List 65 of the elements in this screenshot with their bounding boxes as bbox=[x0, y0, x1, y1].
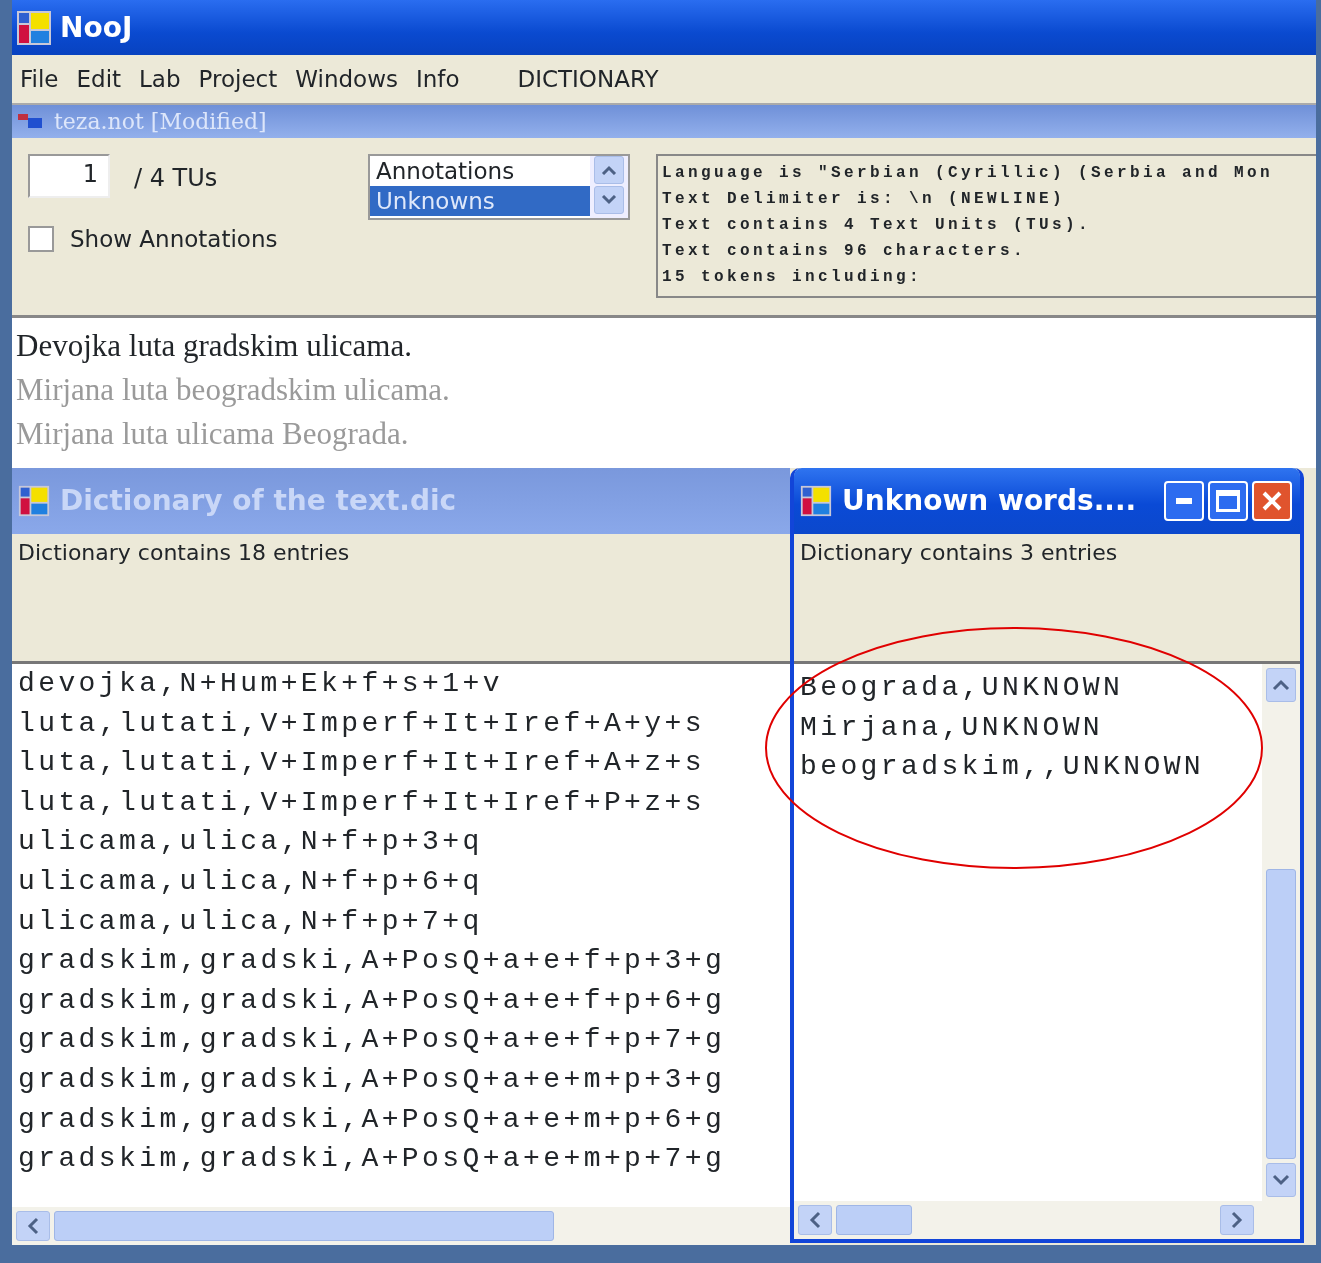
tu-count: / 4 TUs bbox=[134, 163, 218, 194]
chevron-left-icon bbox=[27, 1217, 39, 1235]
sentence[interactable]: Devojka luta gradskim ulicama. bbox=[16, 324, 1312, 368]
entry-line: beogradskim,,UNKNOWN bbox=[800, 750, 1206, 785]
entry-line: gradskim,gradski,A+PosQ+a+e+m+p+6+g bbox=[18, 1102, 727, 1137]
entry-line: Beograda,UNKNOWN bbox=[800, 671, 1125, 705]
entry-line: gradskim,gradski,A+PosQ+a+e+f+p+3+g bbox=[18, 944, 727, 979]
entry-line: Mirjana,UNKNOWN bbox=[800, 710, 1105, 745]
window-logo-icon bbox=[800, 485, 832, 517]
checkbox[interactable] bbox=[28, 226, 54, 253]
scroll-right-button[interactable] bbox=[1220, 1205, 1254, 1235]
scroll-down-button[interactable] bbox=[1266, 1163, 1296, 1197]
scroll-thumb[interactable] bbox=[836, 1205, 912, 1235]
entry-line: devojka,N+Hum+Ek+f+s+1+v bbox=[18, 667, 504, 701]
menu-item[interactable]: Windows bbox=[291, 61, 412, 97]
scroll-down-button[interactable] bbox=[594, 186, 624, 214]
scroll-thumb[interactable] bbox=[1266, 869, 1296, 1159]
mode-label: DICTIONARY bbox=[516, 64, 660, 94]
scroll-up-button[interactable] bbox=[594, 156, 624, 184]
entry-line: ulicama,ulica,N+f+p+3+q bbox=[18, 825, 484, 860]
window-title: Unknown words.... bbox=[842, 483, 1138, 519]
scrollbar[interactable] bbox=[1262, 664, 1300, 1201]
entry-line: gradskim,gradski,A+PosQ+a+e+m+p+7+g bbox=[18, 1142, 727, 1177]
entry-line: gradskim,gradski,A+PosQ+a+e+f+p+6+g bbox=[18, 983, 727, 1018]
entry-line: ulicama,ulica,N+f+p+6+q bbox=[18, 864, 484, 899]
entry-line: gradskim,gradski,A+PosQ+a+e+f+p+7+g bbox=[18, 1023, 727, 1058]
menu-item[interactable]: Edit bbox=[72, 61, 136, 97]
minimize-icon bbox=[1176, 498, 1192, 504]
menu-item[interactable]: Project bbox=[194, 61, 292, 97]
list-item[interactable]: Annotations bbox=[370, 156, 590, 186]
info-panel: Language is "Serbian (Cyrillic) (Serbia and Mon Text Delimiter is: \n (NEWLINE) Text contains 4 Text Units (TUs). Text contains 96 characters. 15 tokens including: bbox=[656, 154, 1316, 298]
close-button[interactable] bbox=[1252, 481, 1292, 521]
scroll-up-button[interactable] bbox=[1266, 668, 1296, 702]
maximize-icon bbox=[1216, 490, 1240, 512]
window-title: Dictionary of the text.dic bbox=[60, 483, 458, 519]
window-title: teza.not [Modified] bbox=[54, 108, 267, 136]
app-title: NooJ bbox=[60, 9, 133, 46]
entry-line: luta,lutati,V+Imperf+It+Iref+A+y+s bbox=[18, 706, 706, 741]
chevron-left-icon bbox=[809, 1211, 821, 1229]
chevron-down-icon bbox=[601, 195, 617, 205]
scroll-left-button[interactable] bbox=[16, 1211, 50, 1241]
entry-line: gradskim,gradski,A+PosQ+a+e+m+p+3+g bbox=[18, 1062, 727, 1097]
chevron-down-icon bbox=[1272, 1174, 1290, 1186]
chevron-up-icon bbox=[601, 165, 617, 175]
chevron-right-icon bbox=[1231, 1211, 1243, 1229]
app-logo-icon bbox=[16, 9, 52, 46]
checkbox-label: Show Annotations bbox=[70, 225, 278, 254]
minimize-button[interactable] bbox=[1164, 481, 1204, 521]
scrollbar[interactable] bbox=[12, 1207, 790, 1245]
list-item[interactable]: Unknowns bbox=[370, 186, 590, 216]
entry-line: ulicama,ulica,N+f+p+7+q bbox=[18, 904, 484, 939]
entry-line: luta,lutati,V+Imperf+It+Iref+A+z+s bbox=[18, 746, 706, 781]
entry-line: luta,lutati,V+Imperf+It+Iref+P+z+s bbox=[18, 785, 706, 820]
menu-item[interactable]: Lab bbox=[135, 61, 195, 97]
scroll-left-button[interactable] bbox=[798, 1205, 832, 1235]
close-icon bbox=[1261, 490, 1283, 512]
maximize-button[interactable] bbox=[1208, 481, 1248, 521]
menu-item[interactable]: Info bbox=[411, 61, 474, 97]
scrollbar[interactable] bbox=[794, 1201, 1300, 1239]
window-logo-icon bbox=[18, 485, 50, 517]
tu-number-field[interactable]: 1 bbox=[28, 154, 110, 198]
menu-item[interactable]: File bbox=[16, 61, 73, 97]
chevron-up-icon bbox=[1272, 679, 1290, 691]
scroll-thumb[interactable] bbox=[54, 1211, 554, 1241]
layer-listbox[interactable]: Annotations Unknowns bbox=[368, 154, 630, 220]
